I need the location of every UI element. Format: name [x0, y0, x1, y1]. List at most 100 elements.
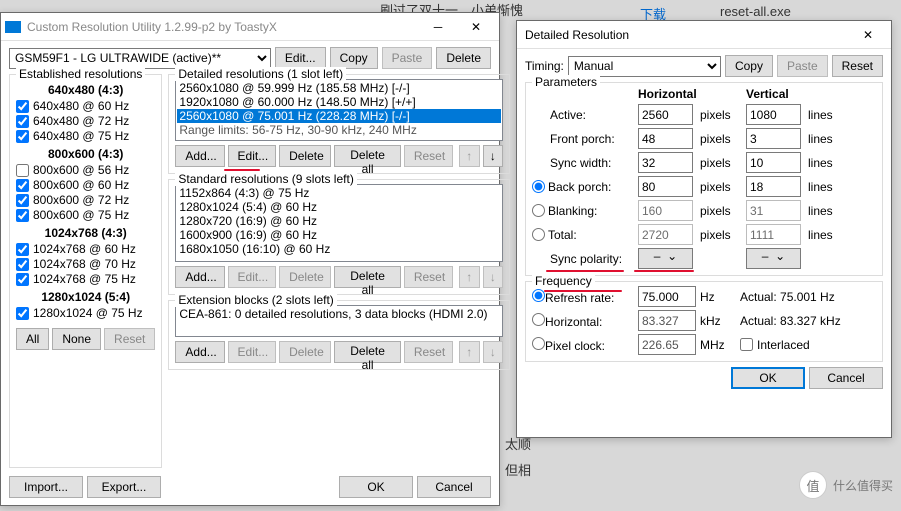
list-item[interactable]: 1680x1050 (16:10) @ 60 Hz: [177, 242, 501, 256]
res-header: 800x600 (4:3): [16, 147, 155, 161]
interlaced-checkbox[interactable]: Interlaced: [740, 338, 880, 352]
res-checkbox[interactable]: 800x600 @ 56 Hz: [16, 163, 155, 177]
delete-all-button[interactable]: Delete all: [334, 266, 401, 288]
minimize-button[interactable]: ─: [419, 16, 457, 38]
close-button[interactable]: ✕: [457, 16, 495, 38]
list-item[interactable]: 1280x720 (16:9) @ 60 Hz: [177, 214, 501, 228]
edit-button: Edit...: [228, 266, 277, 288]
group-title: Parameters: [532, 75, 600, 89]
paste-button: Paste: [382, 47, 433, 69]
edit-button[interactable]: Edit...: [275, 47, 326, 69]
v-blank-input: [746, 200, 801, 221]
reset-button: Reset: [404, 266, 453, 288]
list-item[interactable]: 1920x1080 @ 60.000 Hz (148.50 MHz) [+/+]: [177, 95, 501, 109]
delete-button: Delete: [279, 266, 331, 288]
edit-button: Edit...: [228, 341, 277, 363]
copy-button[interactable]: Copy: [330, 47, 378, 69]
res-checkbox[interactable]: 640x480 @ 72 Hz: [16, 114, 155, 128]
none-button[interactable]: None: [52, 328, 101, 350]
delete-all-button[interactable]: Delete all: [334, 341, 401, 363]
horizontal-input: [638, 310, 696, 331]
reset-button: Reset: [404, 145, 453, 167]
list-item[interactable]: 1280x1024 (5:4) @ 60 Hz: [177, 200, 501, 214]
ok-button[interactable]: OK: [731, 367, 805, 389]
res-checkbox[interactable]: 1024x768 @ 70 Hz: [16, 257, 155, 271]
timing-select[interactable]: Manual: [568, 56, 721, 77]
list-item[interactable]: CEA-861: 0 detailed resolutions, 3 data …: [177, 307, 501, 321]
ok-button[interactable]: OK: [339, 476, 413, 498]
device-select[interactable]: GSM59F1 - LG ULTRAWIDE (active)**: [9, 48, 271, 69]
annotation: [634, 270, 694, 272]
delete-button[interactable]: Delete: [279, 145, 331, 167]
app-icon: [5, 21, 21, 33]
titlebar[interactable]: Custom Resolution Utility 1.2.99-p2 by T…: [1, 13, 499, 41]
v-sync-input[interactable]: [746, 152, 801, 173]
back-radio[interactable]: Back porch:: [532, 180, 634, 194]
paste-button: Paste: [777, 55, 828, 77]
vertical-header: Vertical: [746, 87, 804, 101]
h-polarity-select[interactable]: – ⌄: [638, 248, 693, 269]
add-button[interactable]: Add...: [175, 266, 224, 288]
window-title: Custom Resolution Utility 1.2.99-p2 by T…: [27, 20, 419, 34]
list-item[interactable]: 1600x900 (16:9) @ 60 Hz: [177, 228, 501, 242]
v-polarity-select[interactable]: – ⌄: [746, 248, 801, 269]
group-title: Extension blocks (2 slots left): [175, 293, 336, 307]
blanking-radio[interactable]: Blanking:: [532, 204, 634, 218]
all-button[interactable]: All: [16, 328, 49, 350]
pixelclock-radio[interactable]: Pixel clock:: [532, 337, 634, 353]
actual-horizontal: Actual: 83.327 kHz: [740, 314, 880, 328]
copy-button[interactable]: Copy: [725, 55, 773, 77]
res-checkbox[interactable]: 800x600 @ 75 Hz: [16, 208, 155, 222]
res-checkbox[interactable]: 1024x768 @ 75 Hz: [16, 272, 155, 286]
list-item[interactable]: 2560x1080 @ 59.999 Hz (185.58 MHz) [-/-]: [177, 81, 501, 95]
down-button[interactable]: ↓: [483, 145, 504, 167]
extension-list[interactable]: CEA-861: 0 detailed resolutions, 3 data …: [175, 305, 503, 337]
standard-list[interactable]: 1152x864 (4:3) @ 75 Hz 1280x1024 (5:4) @…: [175, 184, 503, 262]
down-button: ↓: [483, 266, 504, 288]
add-button[interactable]: Add...: [175, 341, 224, 363]
h-sync-input[interactable]: [638, 152, 693, 173]
list-item: Range limits: 56-75 Hz, 30-90 kHz, 240 M…: [177, 123, 501, 137]
reset-button[interactable]: Reset: [832, 55, 883, 77]
import-button[interactable]: Import...: [9, 476, 83, 498]
edit-button[interactable]: Edit...: [228, 145, 277, 167]
h-back-input[interactable]: [638, 176, 693, 197]
delete-button[interactable]: Delete: [436, 47, 491, 69]
res-checkbox[interactable]: 1280x1024 @ 75 Hz: [16, 306, 155, 320]
parameters-group: Parameters HorizontalVertical Active: pi…: [525, 82, 883, 276]
front-label: Front porch:: [532, 132, 634, 146]
horizontal-radio[interactable]: Horizontal:: [532, 313, 634, 329]
cancel-button[interactable]: Cancel: [809, 367, 883, 389]
cancel-button[interactable]: Cancel: [417, 476, 491, 498]
h-front-input[interactable]: [638, 128, 693, 149]
v-back-input[interactable]: [746, 176, 801, 197]
list-item[interactable]: 2560x1080 @ 75.001 Hz (228.28 MHz) [-/-]: [177, 109, 501, 123]
export-button[interactable]: Export...: [87, 476, 161, 498]
h-active-input[interactable]: [638, 104, 693, 125]
v-active-input[interactable]: [746, 104, 801, 125]
close-button[interactable]: ✕: [849, 24, 887, 46]
h-total-input: [638, 224, 693, 245]
detailed-list[interactable]: 2560x1080 @ 59.999 Hz (185.58 MHz) [-/-]…: [175, 79, 503, 141]
res-checkbox[interactable]: 800x600 @ 72 Hz: [16, 193, 155, 207]
group-title: Established resolutions: [16, 67, 145, 81]
watermark: 值 什么值得买: [799, 471, 893, 499]
delete-all-button[interactable]: Delete all: [334, 145, 401, 167]
delete-button: Delete: [279, 341, 331, 363]
res-checkbox[interactable]: 640x480 @ 60 Hz: [16, 99, 155, 113]
v-front-input[interactable]: [746, 128, 801, 149]
annotation: [224, 169, 260, 171]
timing-label: Timing:: [525, 59, 564, 73]
pixelclock-input: [638, 334, 696, 355]
res-checkbox[interactable]: 800x600 @ 60 Hz: [16, 178, 155, 192]
bg-file[interactable]: reset-all.exe: [720, 4, 791, 19]
dialog-title: Detailed Resolution: [521, 28, 849, 42]
add-button[interactable]: Add...: [175, 145, 224, 167]
res-checkbox[interactable]: 1024x768 @ 60 Hz: [16, 242, 155, 256]
refresh-input[interactable]: [638, 286, 696, 307]
list-item[interactable]: 1152x864 (4:3) @ 75 Hz: [177, 186, 501, 200]
titlebar[interactable]: Detailed Resolution ✕: [517, 21, 891, 49]
res-checkbox[interactable]: 640x480 @ 75 Hz: [16, 129, 155, 143]
horizontal-header: Horizontal: [638, 87, 696, 101]
total-radio[interactable]: Total:: [532, 228, 634, 242]
